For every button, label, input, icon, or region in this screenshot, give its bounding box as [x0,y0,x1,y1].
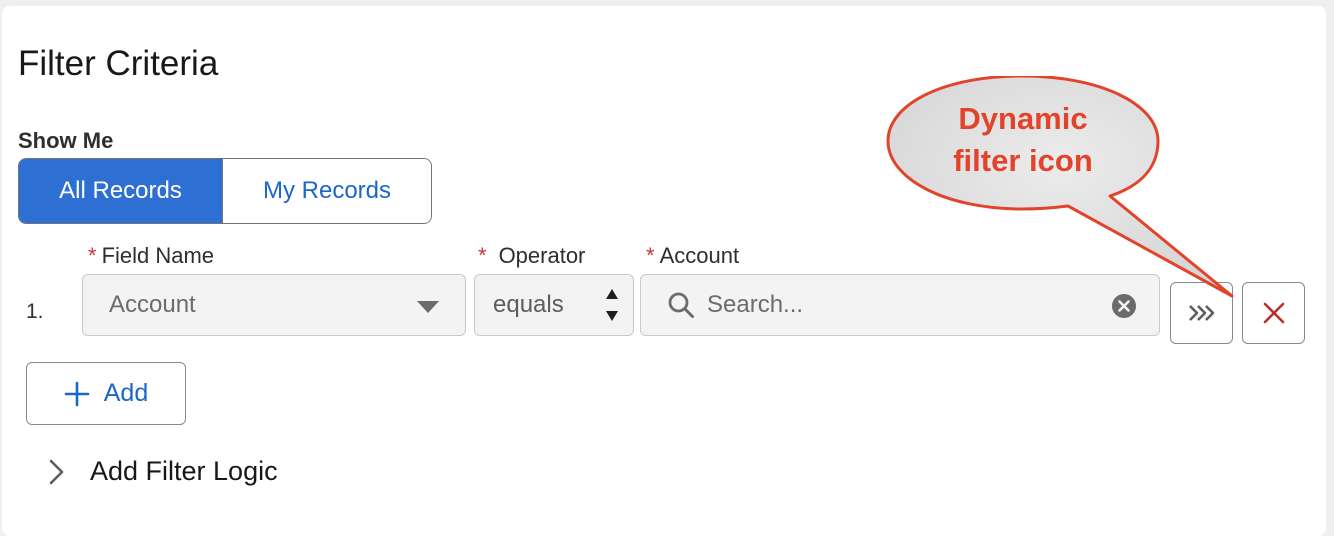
page-title: Filter Criteria [18,44,219,83]
show-me-label: Show Me [18,128,114,153]
add-filter-logic-label: Add Filter Logic [90,456,278,486]
operator-value: equals [493,291,564,318]
add-icon [64,381,90,406]
search-icon [668,292,694,318]
delete-row-button[interactable] [1242,282,1305,344]
add-button[interactable]: Add [26,362,186,425]
show-me-toggle: All Records My Records [18,158,432,224]
required-mark: * [88,243,97,268]
search-placeholder: Search... [707,291,804,318]
operator-label: * Operator [478,243,586,268]
operator-select[interactable]: equals [474,274,634,336]
annotation-text: Dynamic filter icon [953,101,1093,178]
all-records-button[interactable]: All Records [19,159,223,223]
account-label: * Account [646,243,740,268]
add-filter-logic-toggle[interactable]: Add Filter Logic [46,456,278,487]
field-name-label: * Field Name [88,243,215,268]
delete-icon [1263,302,1284,324]
dynamic-filter-icon [1188,305,1214,321]
up-down-icon [606,289,618,321]
row-number: 1. [26,300,44,323]
my-records-button[interactable]: My Records [223,159,431,223]
chevron-right-icon [49,459,64,484]
field-name-select[interactable]: Account [82,274,466,336]
required-mark: * [478,243,487,268]
required-mark: * [646,243,655,268]
field-name-value: Account [109,291,196,318]
add-button-label: Add [103,379,149,407]
chevron-down-icon [417,301,439,313]
